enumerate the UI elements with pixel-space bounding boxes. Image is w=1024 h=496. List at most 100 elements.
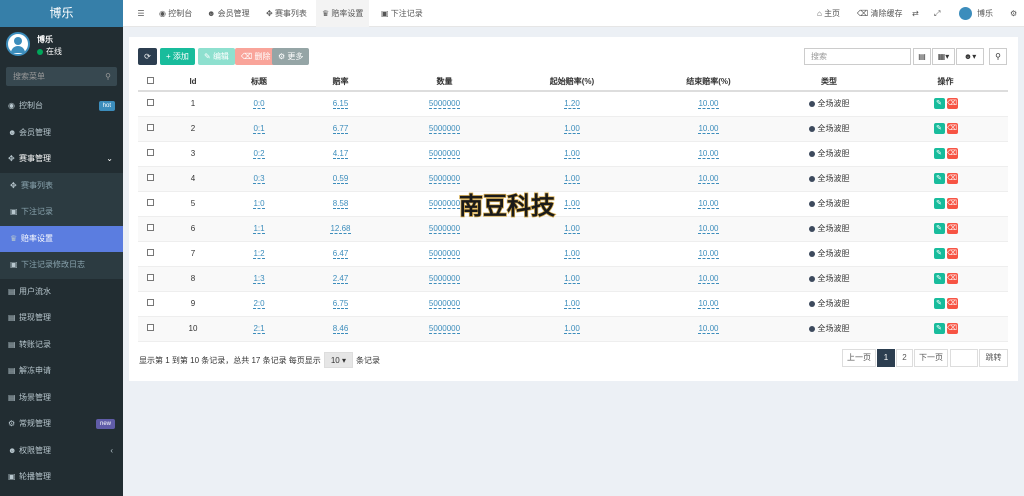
table-row[interactable]: 2 0:1 6.77 5000000 1.00 10.00 全场波胆 ✎ ⌫ bbox=[138, 116, 1008, 142]
editable-end-odds[interactable]: 10.00 bbox=[698, 124, 719, 134]
row-delete-button[interactable]: ⌫ bbox=[946, 223, 958, 234]
row-checkbox[interactable] bbox=[138, 291, 162, 317]
editable-odds[interactable]: 6.47 bbox=[332, 249, 349, 259]
row-checkbox[interactable] bbox=[138, 216, 162, 242]
row-edit-button[interactable]: ✎ bbox=[933, 273, 945, 284]
row-checkbox[interactable] bbox=[138, 266, 162, 292]
editable-odds[interactable]: 2.47 bbox=[332, 274, 349, 284]
editable-end-odds[interactable]: 10.00 bbox=[698, 324, 719, 334]
editable-odds[interactable]: 6.77 bbox=[332, 124, 349, 134]
table-row[interactable]: 9 2:0 6.75 5000000 1.00 10.00 全场波胆 ✎ ⌫ bbox=[138, 291, 1008, 317]
row-checkbox[interactable] bbox=[138, 91, 162, 117]
add-button[interactable]: + 添加 bbox=[160, 48, 195, 65]
row-delete-button[interactable]: ⌫ bbox=[946, 248, 958, 259]
editable-start-odds[interactable]: 1.00 bbox=[564, 324, 580, 334]
editable-title[interactable]: 0:0 bbox=[253, 99, 265, 110]
editable-end-odds[interactable]: 10.00 bbox=[698, 299, 719, 309]
tab-event-list[interactable]: ✥ 赛事列表 bbox=[262, 0, 311, 27]
editable-title[interactable]: 0:1 bbox=[253, 124, 265, 134]
column-header-end-odds[interactable]: 结束赔率(%) bbox=[642, 72, 775, 92]
table-row[interactable]: 6 1:1 12.68 5000000 1.00 10.00 全场波胆 ✎ ⌫ bbox=[138, 216, 1008, 242]
sidebar-item-general[interactable]: ⚙ 常规管理 new bbox=[0, 411, 123, 438]
editable-title[interactable]: 0:2 bbox=[253, 149, 265, 159]
sidebar-item-carousel[interactable]: ▣ 轮播管理 bbox=[0, 464, 123, 491]
editable-end-odds[interactable]: 10.00 bbox=[698, 199, 719, 209]
row-delete-button[interactable]: ⌫ bbox=[946, 173, 958, 184]
jump-page-input[interactable] bbox=[950, 349, 978, 367]
column-header-quantity[interactable]: 数量 bbox=[387, 72, 502, 92]
editable-odds[interactable]: 6.15 bbox=[332, 99, 349, 110]
row-edit-button[interactable]: ✎ bbox=[933, 223, 945, 234]
column-header-start-odds[interactable]: 起始赔率(%) bbox=[502, 72, 642, 92]
page-1-button[interactable]: 1 bbox=[877, 349, 895, 367]
user-menu[interactable]: 博乐 bbox=[959, 0, 993, 27]
editable-start-odds[interactable]: 1.00 bbox=[564, 299, 580, 309]
row-edit-button[interactable]: ✎ bbox=[933, 323, 945, 334]
translate-icon[interactable]: ⇄ bbox=[912, 0, 919, 27]
export-dropdown-icon[interactable]: ☻▾ bbox=[956, 48, 984, 65]
row-checkbox[interactable] bbox=[138, 241, 162, 267]
sidebar-item-bets[interactable]: ▣ 下注记录 bbox=[0, 199, 123, 226]
editable-odds[interactable]: 4.17 bbox=[332, 149, 349, 159]
editable-title[interactable]: 1:1 bbox=[253, 224, 265, 234]
editable-end-odds[interactable]: 10.00 bbox=[698, 274, 719, 284]
sidebar-item-bet-log[interactable]: ▣ 下注记录修改日志 bbox=[0, 252, 123, 279]
delete-button[interactable]: ⌫ 删除 bbox=[235, 48, 277, 65]
search-icon[interactable]: ⚲ bbox=[105, 67, 111, 86]
row-edit-button[interactable]: ✎ bbox=[933, 148, 945, 159]
table-row[interactable]: 5 1:0 8.58 5000000 1.00 10.00 全场波胆 ✎ ⌫ bbox=[138, 191, 1008, 217]
column-header-odds[interactable]: 赔率 bbox=[294, 72, 387, 92]
table-search-input[interactable]: 搜索 bbox=[804, 48, 911, 65]
editable-quantity[interactable]: 5000000 bbox=[428, 224, 461, 234]
refresh-button[interactable]: ⟳ bbox=[138, 48, 157, 65]
editable-end-odds[interactable]: 10.00 bbox=[698, 174, 719, 184]
editable-start-odds[interactable]: 1.20 bbox=[564, 99, 580, 110]
sidebar-item-members[interactable]: ☻ 会员管理 bbox=[0, 120, 123, 147]
tab-dashboard[interactable]: ◉ 控制台 bbox=[155, 0, 196, 27]
editable-start-odds[interactable]: 1.00 bbox=[564, 274, 580, 284]
editable-start-odds[interactable]: 1.00 bbox=[564, 224, 580, 234]
row-edit-button[interactable]: ✎ bbox=[933, 198, 945, 209]
table-row[interactable]: 1 0:0 6.15 5000000 1.20 10.00 全场波胆 ✎ ⌫ bbox=[138, 91, 1008, 117]
row-checkbox[interactable] bbox=[138, 141, 162, 167]
fullscreen-icon[interactable]: ⤢ bbox=[934, 0, 940, 27]
table-row[interactable]: 7 1:2 6.47 5000000 1.00 10.00 全场波胆 ✎ ⌫ bbox=[138, 241, 1008, 267]
row-delete-button[interactable]: ⌫ bbox=[946, 123, 958, 134]
editable-quantity[interactable]: 5000000 bbox=[428, 249, 461, 259]
editable-quantity[interactable]: 5000000 bbox=[428, 124, 461, 134]
row-delete-button[interactable]: ⌫ bbox=[946, 298, 958, 309]
sidebar-item-unfreeze[interactable]: ▤ 解冻申请 bbox=[0, 358, 123, 385]
select-all-checkbox[interactable] bbox=[138, 72, 162, 92]
editable-start-odds[interactable]: 1.00 bbox=[564, 124, 580, 134]
row-checkbox[interactable] bbox=[138, 116, 162, 142]
sidebar-item-event-list[interactable]: ✥ 赛事列表 bbox=[0, 172, 123, 199]
row-edit-button[interactable]: ✎ bbox=[933, 123, 945, 134]
table-row[interactable]: 8 1:3 2.47 5000000 1.00 10.00 全场波胆 ✎ ⌫ bbox=[138, 266, 1008, 292]
row-edit-button[interactable]: ✎ bbox=[933, 173, 945, 184]
editable-odds[interactable]: 0.59 bbox=[332, 174, 349, 184]
column-header-title[interactable]: 标题 bbox=[224, 72, 294, 92]
page-2-button[interactable]: 2 bbox=[896, 349, 913, 367]
brand-logo[interactable]: 博乐 bbox=[0, 0, 123, 27]
page-size-select[interactable]: 10 ▾ bbox=[323, 352, 353, 368]
menu-toggle-icon[interactable]: ☰ bbox=[131, 0, 151, 27]
column-header-id[interactable]: Id bbox=[162, 72, 224, 92]
edit-button[interactable]: ✎ 编辑 bbox=[198, 48, 235, 65]
row-delete-button[interactable]: ⌫ bbox=[946, 148, 958, 159]
editable-title[interactable]: 0:3 bbox=[253, 174, 265, 184]
sidebar-item-dashboard[interactable]: ◉ 控制台 hot bbox=[0, 93, 123, 120]
tab-bet-records[interactable]: ▣ 下注记录 bbox=[377, 0, 427, 27]
editable-odds[interactable]: 6.75 bbox=[332, 299, 349, 309]
row-edit-button[interactable]: ✎ bbox=[933, 298, 945, 309]
editable-title[interactable]: 2:0 bbox=[253, 299, 265, 309]
editable-start-odds[interactable]: 1.00 bbox=[564, 199, 580, 209]
row-checkbox[interactable] bbox=[138, 191, 162, 217]
editable-end-odds[interactable]: 10.00 bbox=[698, 99, 719, 110]
sidebar-item-permissions[interactable]: ☻ 权限管理 ‹ bbox=[0, 438, 123, 465]
editable-end-odds[interactable]: 10.00 bbox=[698, 149, 719, 159]
settings-icon[interactable]: ⚙ bbox=[1010, 0, 1017, 27]
sidebar-item-transfer[interactable]: ▤ 转账记录 bbox=[0, 332, 123, 359]
editable-quantity[interactable]: 5000000 bbox=[428, 174, 461, 184]
column-header-type[interactable]: 类型 bbox=[775, 72, 883, 92]
menu-search-input[interactable]: 搜索菜单 ⚲ bbox=[6, 67, 117, 86]
